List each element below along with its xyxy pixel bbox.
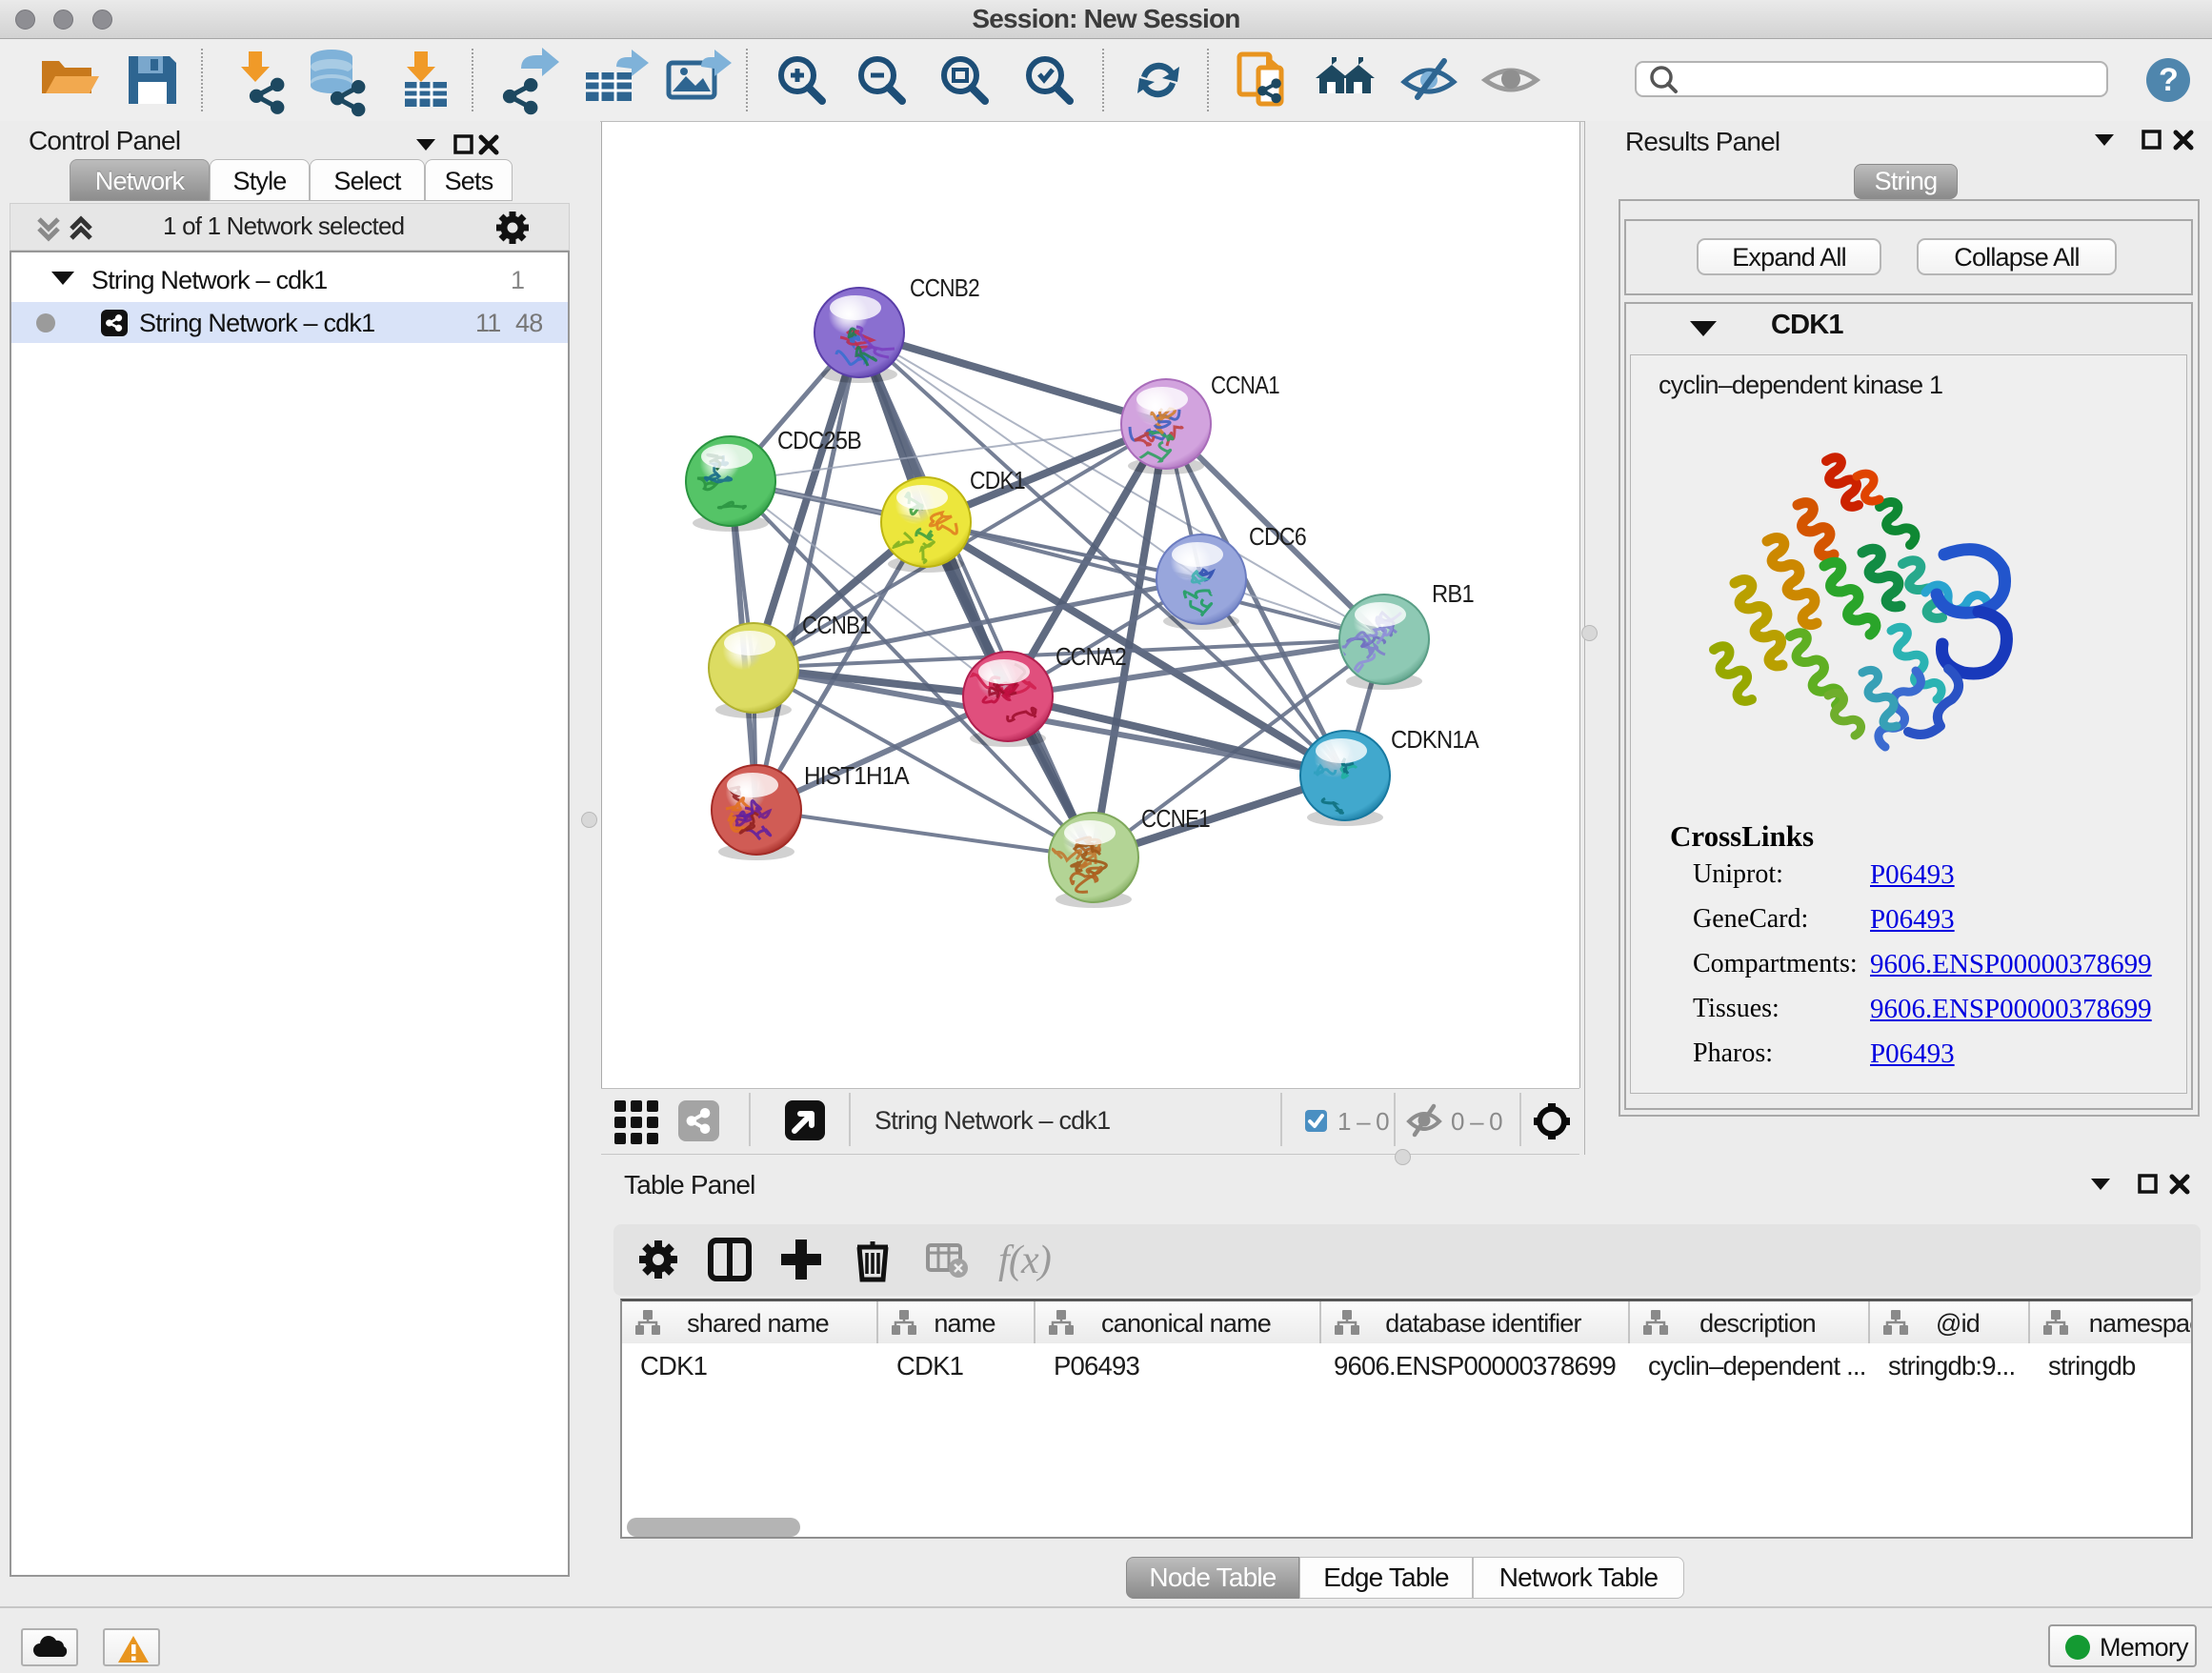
svg-text:CCNE1: CCNE1	[1141, 804, 1210, 833]
svg-text:HIST1H1A: HIST1H1A	[804, 761, 910, 790]
svg-text:CDC25B: CDC25B	[777, 426, 861, 454]
svg-text:CDK1: CDK1	[970, 466, 1025, 494]
svg-text:CDKN1A: CDKN1A	[1391, 725, 1479, 754]
svg-text:CCNB1: CCNB1	[802, 611, 871, 639]
svg-text:CDC6: CDC6	[1249, 522, 1306, 551]
svg-text:CCNB2: CCNB2	[910, 273, 979, 302]
svg-text:f(x): f(x)	[998, 1239, 1051, 1282]
svg-text:CCNA2: CCNA2	[1056, 642, 1126, 671]
svg-text:RB1: RB1	[1432, 579, 1474, 608]
svg-text:CCNA1: CCNA1	[1211, 371, 1279, 399]
